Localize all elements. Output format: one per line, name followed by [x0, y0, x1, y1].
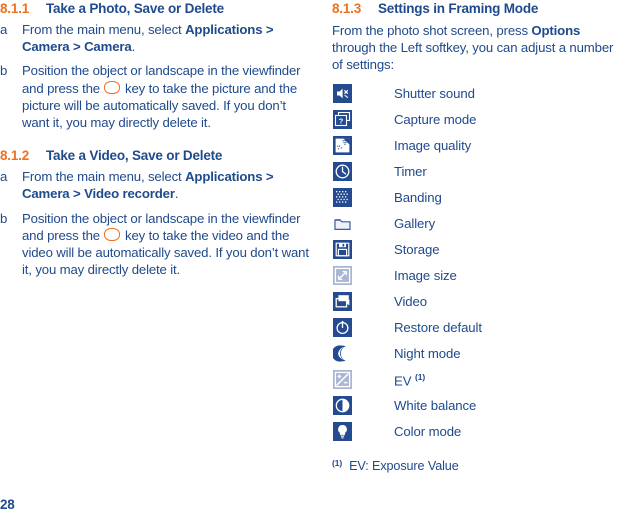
setting-label: Storage [394, 242, 440, 258]
setting-row-timer: Timer [332, 159, 627, 185]
moon-icon [332, 344, 352, 364]
list-8-1-2: a From the main menu, select Application… [0, 168, 313, 278]
setting-row-shutter-sound: Shutter sound [332, 81, 627, 107]
section-title: Take a Photo, Save or Delete [46, 1, 224, 16]
footnote-marker: (1) [414, 372, 426, 383]
speaker-icon [332, 84, 352, 104]
section-title: Settings in Framing Mode [378, 1, 539, 16]
list-item-body: Position the object or landscape in the … [22, 62, 313, 131]
intro-text-pre: From the photo shot screen, press [332, 23, 532, 38]
document-page: 8.1.1 Take a Photo, Save or Delete a Fro… [0, 0, 627, 515]
section-heading-8-1-3: 8.1.3 Settings in Framing Mode [332, 0, 627, 17]
setting-row-restore-default: Restore default [332, 315, 627, 341]
setting-label: Image quality [394, 138, 472, 154]
setting-row-white-balance: White balance [332, 393, 627, 419]
footnote-text: EV: Exposure Value [349, 458, 459, 473]
setting-label: EV (1) [394, 369, 425, 389]
floppy-disk-icon [332, 240, 352, 260]
list-item-body: From the main menu, select Applications … [22, 168, 313, 202]
intro-text-post: through the Left softkey, you can adjust… [332, 40, 614, 73]
setting-label-text: EV [394, 373, 412, 389]
intro-bold: Options [531, 23, 581, 38]
section-number: 8.1.1 [0, 1, 30, 16]
setting-label: Capture mode [394, 112, 477, 128]
image-quality-icon [332, 136, 352, 156]
list-marker: a [0, 22, 8, 37]
section-heading-8-1-1: 8.1.1 Take a Photo, Save or Delete [0, 0, 313, 17]
setting-label: Shutter sound [394, 86, 475, 102]
setting-row-video: Video [332, 289, 627, 315]
list-8-1-1: a From the main menu, select Application… [0, 21, 313, 131]
list-item-text-post: . [174, 186, 179, 202]
setting-label: Image size [394, 268, 457, 284]
settings-list: Shutter sound ? Capture mode Image quali… [332, 81, 627, 445]
footnote-marker: (1) [332, 457, 343, 468]
setting-label: White balance [394, 398, 477, 414]
resize-arrow-icon [332, 266, 352, 286]
capture-mode-icon: ? [332, 110, 352, 130]
setting-label: Banding [394, 190, 442, 206]
page-number: 28 [0, 497, 15, 512]
setting-label: Restore default [394, 320, 482, 336]
intro-paragraph: From the photo shot screen, press Option… [332, 22, 627, 74]
list-item: b Position the object or landscape in th… [0, 62, 313, 131]
setting-row-storage: Storage [332, 237, 627, 263]
exposure-icon [332, 370, 352, 390]
contrast-circle-icon [332, 396, 352, 416]
footnote: (1) EV: Exposure Value [332, 457, 627, 473]
list-marker: b [0, 63, 8, 79]
setting-row-ev: EV (1) [332, 367, 627, 393]
ok-key-icon [104, 80, 121, 94]
list-item: a From the main menu, select Application… [0, 21, 313, 55]
list-item: b Position the object or landscape in th… [0, 210, 313, 279]
svg-text:?: ? [338, 117, 343, 126]
setting-label: Video [394, 294, 427, 310]
list-marker: a [0, 169, 8, 185]
setting-row-gallery: Gallery [332, 211, 627, 237]
list-item-body: Position the object or landscape in the … [22, 210, 313, 279]
setting-label: Night mode [394, 346, 461, 362]
list-item-text-pre: From the main menu, select [22, 22, 186, 37]
list-item-text-post: . [131, 39, 136, 55]
setting-row-banding: Banding [332, 185, 627, 211]
section-number: 8.1.3 [332, 1, 362, 16]
list-item-body: From the main menu, select Applications … [22, 21, 313, 55]
restore-default-icon [332, 318, 352, 338]
setting-label: Timer [394, 164, 427, 180]
setting-row-color-mode: Color mode [332, 419, 627, 445]
ok-key-icon [104, 227, 121, 241]
video-camera-icon [332, 292, 352, 312]
setting-label: Color mode [394, 424, 462, 440]
list-item: a From the main menu, select Application… [0, 168, 313, 202]
lightbulb-icon [332, 422, 352, 442]
right-column: 8.1.3 Settings in Framing Mode From the … [332, 0, 627, 473]
setting-label: Gallery [394, 216, 436, 232]
setting-row-image-size: Image size [332, 263, 627, 289]
list-item-text-pre: From the main menu, select [22, 169, 186, 185]
setting-row-night-mode: Night mode [332, 341, 627, 367]
clock-icon [332, 162, 352, 182]
section-heading-8-1-2: 8.1.2 Take a Video, Save or Delete [0, 147, 313, 164]
folder-icon [332, 214, 352, 234]
section-number: 8.1.2 [0, 148, 30, 164]
section-title: Take a Video, Save or Delete [46, 148, 223, 164]
banding-icon [332, 188, 352, 208]
setting-row-capture-mode: ? Capture mode [332, 107, 627, 133]
list-marker: b [0, 210, 8, 226]
setting-row-image-quality: Image quality [332, 133, 627, 159]
left-column: 8.1.1 Take a Photo, Save or Delete a Fro… [0, 0, 313, 285]
